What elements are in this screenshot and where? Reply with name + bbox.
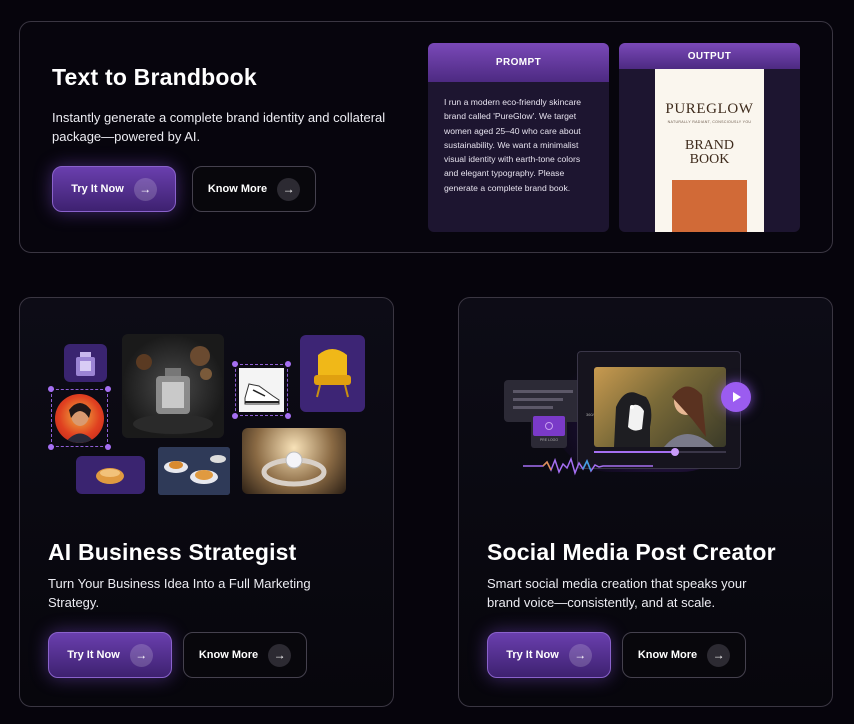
prompt-header: PROMPT bbox=[428, 43, 609, 82]
prompt-text: I run a modern eco-friendly skincare bra… bbox=[444, 97, 582, 193]
ai-business-strategist-card: AI Business Strategist Turn Your Busines… bbox=[19, 297, 394, 707]
video-progress bbox=[594, 451, 674, 453]
ring-photo bbox=[242, 428, 346, 494]
arrow-right-icon: → bbox=[568, 643, 592, 667]
cake-thumbnail bbox=[76, 456, 145, 494]
overlay-preview bbox=[533, 416, 565, 436]
social-description: Smart social media creation that speaks … bbox=[487, 576, 747, 610]
brandbook-title: Text to Brandbook bbox=[52, 64, 257, 90]
audio-waveform bbox=[523, 456, 653, 476]
perfume-thumbnail bbox=[64, 344, 107, 382]
arrow-right-icon: → bbox=[277, 177, 301, 201]
book-color-block bbox=[672, 180, 747, 232]
arrow-right-icon: → bbox=[707, 643, 731, 667]
social-know-more-button[interactable]: Know More → bbox=[622, 632, 746, 678]
arrow-right-icon: → bbox=[129, 643, 153, 667]
social-media-post-creator-card: 360/360 PRE LOGO bbox=[458, 297, 833, 707]
dessert-photo bbox=[158, 447, 230, 495]
strategist-title: AI Business Strategist bbox=[48, 539, 297, 565]
arrow-right-icon: → bbox=[268, 643, 292, 667]
brandbook-know-more-button[interactable]: Know More → bbox=[192, 166, 316, 212]
output-header: OUTPUT bbox=[619, 43, 800, 69]
book-brand-name: PUREGLOW bbox=[665, 101, 754, 117]
text-to-brandbook-card: Text to Brandbook Instantly generate a c… bbox=[19, 21, 833, 253]
try-it-now-label: Try It Now bbox=[67, 649, 120, 661]
sneaker-image bbox=[239, 368, 284, 412]
strategist-know-more-button[interactable]: Know More → bbox=[183, 632, 307, 678]
know-more-label: Know More bbox=[637, 649, 698, 661]
book-tagline: NATURALLY RADIANT, CONSCIOUSLY YOU bbox=[667, 120, 752, 124]
book-subtitle: BRAND BOOK bbox=[655, 139, 764, 167]
social-title: Social Media Post Creator bbox=[487, 539, 776, 565]
brandbook-try-it-now-button[interactable]: Try It Now → bbox=[52, 166, 176, 212]
avatar bbox=[55, 394, 104, 443]
dog-photo bbox=[594, 367, 726, 447]
social-try-it-now-button[interactable]: Try It Now → bbox=[487, 632, 611, 678]
prompt-panel: PROMPT I run a modern eco-friendly skinc… bbox=[428, 43, 609, 232]
mock-label-2: PRE LOGO bbox=[539, 438, 559, 442]
book-subtitle-line-1: BRAND bbox=[684, 138, 734, 153]
arrow-right-icon: → bbox=[133, 177, 157, 201]
brandbook-description: Instantly generate a complete brand iden… bbox=[52, 110, 386, 144]
strategist-try-it-now-button[interactable]: Try It Now → bbox=[48, 632, 172, 678]
play-icon[interactable] bbox=[721, 382, 751, 412]
brand-book-cover: PUREGLOW NATURALLY RADIANT, CONSCIOUSLY … bbox=[655, 69, 764, 232]
know-more-label: Know More bbox=[207, 183, 268, 195]
perfume-photo bbox=[122, 334, 224, 438]
know-more-label: Know More bbox=[198, 649, 259, 661]
output-panel: OUTPUT PUREGLOW NATURALLY RADIANT, CONSC… bbox=[619, 43, 800, 232]
video-editor-screen: 360/360 bbox=[577, 351, 741, 469]
scrubber-handle[interactable] bbox=[671, 448, 679, 456]
chair-thumbnail bbox=[300, 335, 365, 412]
book-subtitle-line-2: BOOK bbox=[689, 152, 730, 167]
try-it-now-label: Try It Now bbox=[506, 649, 559, 661]
try-it-now-label: Try It Now bbox=[71, 183, 124, 195]
strategist-description: Turn Your Business Idea Into a Full Mark… bbox=[48, 576, 311, 610]
overlay-card: PRE LOGO bbox=[531, 414, 567, 448]
